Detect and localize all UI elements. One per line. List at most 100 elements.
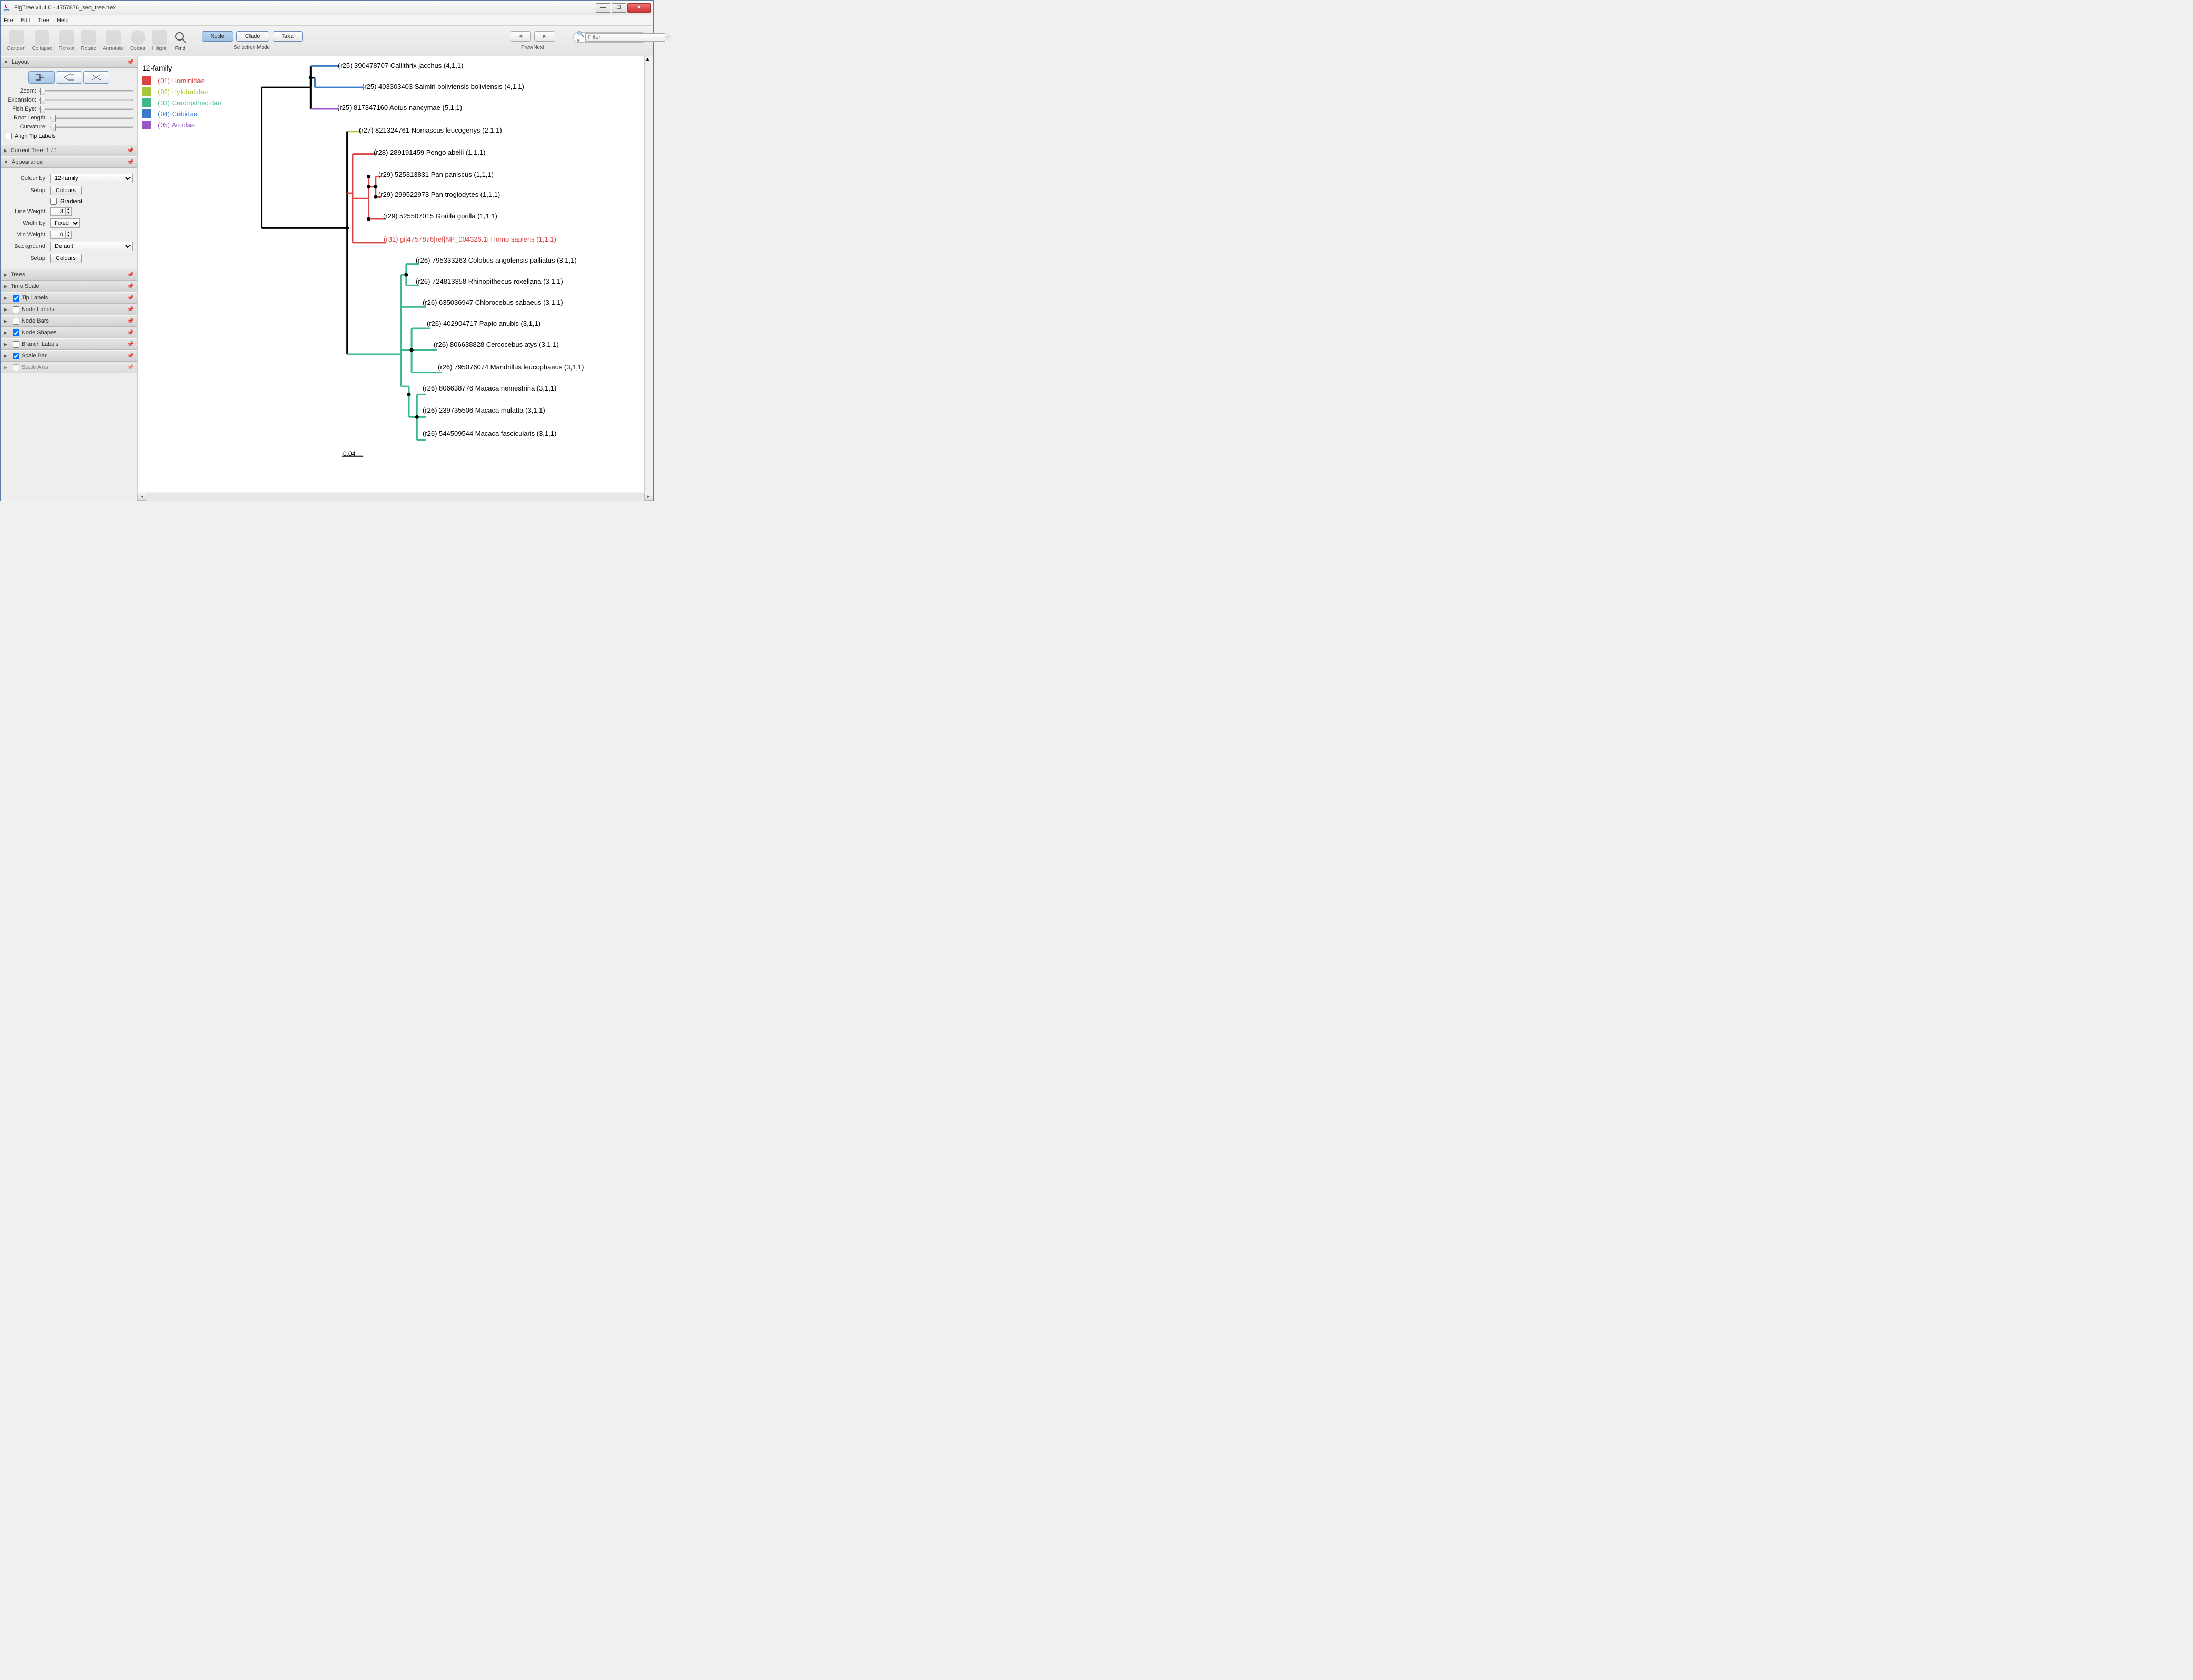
legend-label: (05) Aotidae [158,121,195,129]
taxa-mode-button[interactable]: Taxa [273,31,303,42]
minweight-stepper[interactable]: ▲▼ [50,231,72,239]
collapse-arrow-icon: ▼ [4,59,8,65]
titlebar[interactable]: FigTree v1.4.0 - 4757876_seq_tree.nex — … [1,1,653,15]
maximize-button[interactable]: ☐ [612,3,626,13]
scaleaxis-checkbox[interactable] [13,364,19,371]
timescale-header[interactable]: ▶Time Scale📌 [1,281,137,292]
expansion-slider[interactable] [39,99,133,101]
next-button[interactable]: ► [534,31,555,42]
scaleaxis-header[interactable]: ▶Scale Axis📌 [1,362,137,373]
background-select[interactable]: Default [50,242,133,251]
rootlength-slider[interactable] [50,117,133,119]
legend-swatch [142,87,151,96]
scale-bar-label: 0.04 [343,450,355,457]
tip-label: (r26) 544509544 Macaca fascicularis (3,1… [423,429,556,437]
tree-canvas[interactable]: 12-family (01) Hominidae(02) Hylobatidae… [137,56,653,501]
prev-next-group: ◄ ► Prev/Next [510,31,555,51]
layout-rectangular-button[interactable] [28,71,55,84]
scroll-left-button[interactable]: ◄ [137,493,146,501]
widthby-label: Width by: [5,220,47,226]
branchlabels-checkbox[interactable] [13,341,19,348]
lineweight-stepper[interactable]: ▲▼ [50,207,72,216]
tiplabels-header[interactable]: ▶Tip Labels📌 [1,292,137,304]
legend-label: (01) Hominidae [158,77,205,85]
cartoon-button[interactable]: Cartoon [4,30,29,52]
find-icon [173,30,188,45]
gradient-label: Gradient [60,198,82,205]
scroll-up-button[interactable]: ▲ [645,56,653,65]
selection-mode-group: Node Clade Taxa Selection Mode [202,31,303,51]
annotate-button[interactable]: Annotate [99,30,127,52]
filter-box[interactable]: 🔍▾ ⓧ [573,32,647,43]
nodeshapes-checkbox[interactable] [13,329,19,336]
clear-filter-icon[interactable]: ⓧ [665,33,671,42]
filter-input[interactable] [585,33,665,42]
pin-icon[interactable]: 📌 [127,159,134,165]
trees-header[interactable]: ▶Trees📌 [1,269,137,281]
prev-button[interactable]: ◄ [510,31,531,42]
menu-edit[interactable]: Edit [21,17,31,24]
nodelabels-checkbox[interactable] [13,306,19,313]
appearance-header[interactable]: ▼Appearance📌 [1,156,137,168]
scroll-track[interactable] [146,493,644,501]
nodelabels-header[interactable]: ▶Node Labels📌 [1,304,137,315]
node-mode-button[interactable]: Node [202,31,233,42]
pin-icon[interactable]: 📌 [127,59,134,65]
legend-item: (04) Cebidae [142,109,222,118]
tip-label: (r31) gi|4757876|ref|NP_004326.1| Homo s… [384,235,556,243]
rootlength-label: Root Length: [5,115,47,121]
hilight-button[interactable]: Hilight [149,30,170,52]
widthby-select[interactable]: Fixed [50,218,80,228]
tiplabels-checkbox[interactable] [13,295,19,302]
align-tip-labels-checkbox[interactable] [5,133,12,139]
layout-polar-button[interactable] [56,71,82,84]
hilight-icon [152,30,167,45]
selection-mode-label: Selection Mode [234,45,270,51]
clade-mode-button[interactable]: Clade [236,31,269,42]
nodebars-checkbox[interactable] [13,318,19,325]
expand-arrow-icon: ▶ [4,148,7,154]
zoom-slider[interactable] [39,90,133,92]
tip-label: (r29) 525507015 Gorilla gorilla (1,1,1) [383,212,497,220]
menubar: File Edit Tree Help [1,15,653,26]
menu-tree[interactable]: Tree [38,17,49,24]
scalebar-header[interactable]: ▶Scale Bar📌 [1,350,137,362]
scroll-right-button[interactable]: ► [644,493,653,501]
legend-label: (03) Cercopithecidae [158,99,222,107]
rotate-button[interactable]: Rotate [78,30,99,52]
colour-button[interactable]: Colour [127,30,148,52]
curvature-label: Curvature: [5,124,47,130]
colourby-select[interactable]: 12-family [50,174,133,183]
horizontal-scrollbar[interactable]: ◄ ► [137,492,653,501]
gradient-checkbox[interactable] [50,198,57,205]
close-button[interactable]: ✕ [627,3,651,13]
fisheye-slider[interactable] [39,108,133,110]
prev-next-label: Prev/Next [521,45,544,51]
vertical-scrollbar[interactable]: ▲ [644,56,653,492]
nodeshapes-header[interactable]: ▶Node Shapes📌 [1,327,137,338]
tip-label: (r28) 289191459 Pongo abelii (1,1,1) [374,148,485,156]
collapse-button[interactable]: Collapse [29,30,56,52]
layout-panel: Zoom: Expansion: Fish Eye: Root Length: … [1,68,137,145]
minimize-button[interactable]: — [596,3,610,13]
sidebar[interactable]: ▼Layout📌 Zoom: Expansion: Fish Eye: Root… [1,56,137,501]
bg-colours-button[interactable]: Colours [50,254,82,263]
tip-label: (r26) 795076074 Mandrillus leucophaeus (… [438,363,584,371]
nodebars-header[interactable]: ▶Node Bars📌 [1,315,137,327]
branchlabels-header[interactable]: ▶Branch Labels📌 [1,338,137,350]
find-button[interactable]: Find [170,30,191,52]
layout-radial-button[interactable] [83,71,109,84]
layout-panel-header[interactable]: ▼Layout📌 [1,56,137,68]
current-tree-header[interactable]: ▶Current Tree: 1 / 1📌 [1,145,137,156]
colours-button[interactable]: Colours [50,186,82,195]
menu-help[interactable]: Help [57,17,69,24]
expansion-label: Expansion: [5,97,36,103]
colour-icon [131,30,145,45]
curvature-slider[interactable] [50,126,133,128]
reroot-button[interactable]: Reroot [56,30,78,52]
menu-file[interactable]: File [4,17,13,24]
scalebar-checkbox[interactable] [13,353,19,359]
window-title: FigTree v1.4.0 - 4757876_seq_tree.nex [14,5,596,11]
pin-icon[interactable]: 📌 [127,148,134,154]
legend-item: (05) Aotidae [142,121,222,129]
